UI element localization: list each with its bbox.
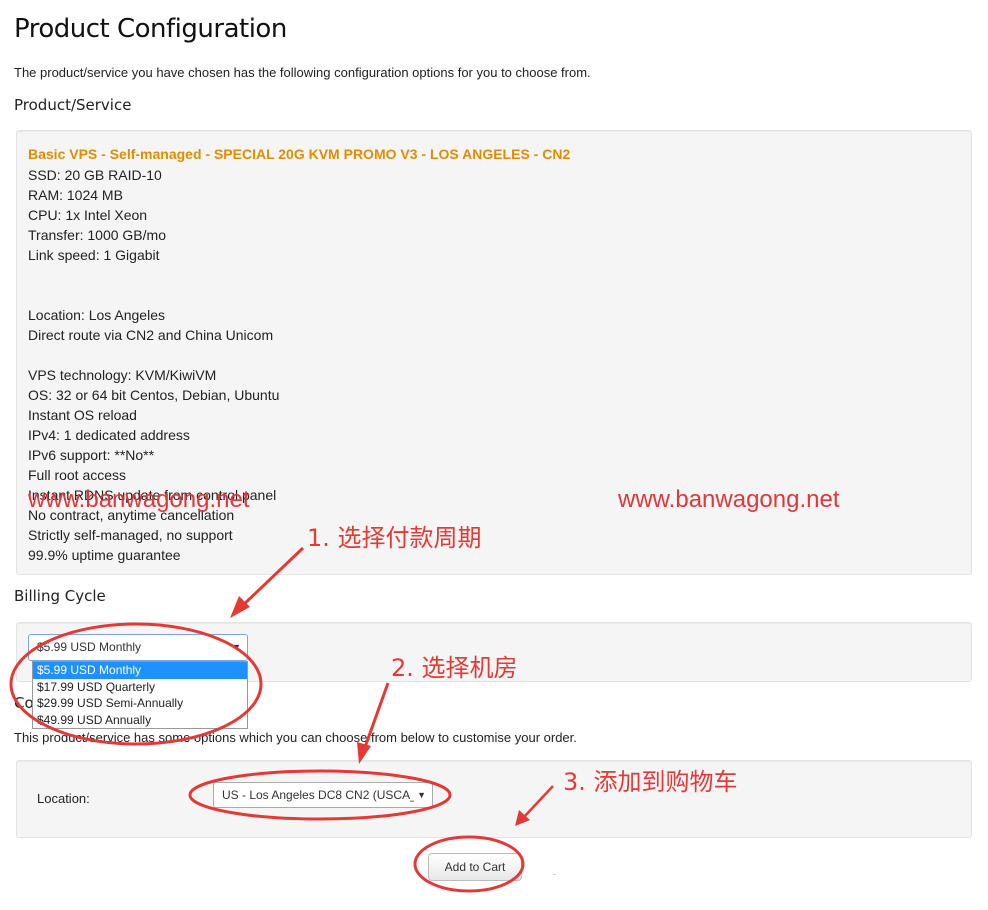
location-select[interactable]: US - Los Angeles DC8 CN2 (USCA_8) ▼: [213, 782, 433, 808]
spec-line: [28, 265, 960, 285]
chevron-down-icon: ▼: [232, 642, 241, 652]
annotation-step-3: 3. 添加到购物车: [563, 768, 738, 796]
watermark-left: www.banwagong.net: [28, 486, 250, 513]
spec-line: Transfer: 1000 GB/mo: [28, 227, 166, 243]
billing-option[interactable]: $5.99 USD Monthly: [33, 662, 247, 679]
location-panel: [16, 760, 972, 838]
product-name: Basic VPS - Self-managed - SPECIAL 20G K…: [28, 146, 571, 162]
spec-line: Direct route via CN2 and China Unicom: [28, 327, 274, 343]
spec-line: Full root access: [28, 467, 127, 483]
billing-option[interactable]: $29.99 USD Semi-Annually: [33, 695, 247, 712]
chevron-down-icon: ▼: [417, 790, 426, 800]
spec-line: [28, 345, 960, 365]
spec-line: Instant OS reload: [28, 407, 137, 423]
spec-line: 99.9% uptime guarantee: [28, 547, 181, 563]
location-selected-value: US - Los Angeles DC8 CN2 (USCA_8): [222, 788, 414, 802]
arrowhead-1: [230, 596, 250, 618]
product-service-heading: Product/Service: [14, 96, 132, 114]
spec-line: IPv6 support: **No**: [28, 447, 155, 463]
config-intro: This product/service has some options wh…: [14, 730, 577, 745]
spec-line: CPU: 1x Intel Xeon: [28, 207, 148, 223]
billing-option[interactable]: $17.99 USD Quarterly: [33, 679, 247, 696]
page-intro: The product/service you have chosen has …: [14, 65, 591, 80]
divider-dot: [553, 874, 556, 875]
billing-option[interactable]: $49.99 USD Annually: [33, 712, 247, 729]
spec-line: Link speed: 1 Gigabit: [28, 247, 160, 263]
spec-line: OS: 32 or 64 bit Centos, Debian, Ubuntu: [28, 387, 280, 403]
spec-line: VPS technology: KVM/KiwiVM: [28, 367, 217, 383]
billing-cycle-dropdown-list[interactable]: $5.99 USD Monthly $17.99 USD Quarterly $29…: [32, 661, 248, 729]
spec-line: IPv4: 1 dedicated address: [28, 427, 190, 443]
watermark-right: www.banwagong.net: [618, 486, 840, 513]
page-title: Product Configuration: [14, 14, 287, 44]
spec-line: [28, 285, 960, 305]
spec-line: SSD: 20 GB RAID-10: [28, 167, 162, 183]
spec-line: Location: Los Angeles: [28, 307, 165, 323]
location-label: Location:: [37, 791, 90, 806]
config-heading: Co: [14, 694, 34, 712]
spec-line: RAM: 1024 MB: [28, 187, 123, 203]
annotation-step-1: 1. 选择付款周期: [307, 524, 482, 552]
add-to-cart-button[interactable]: Add to Cart: [428, 853, 522, 881]
billing-cycle-heading: Billing Cycle: [14, 587, 106, 605]
spec-line: Strictly self-managed, no support: [28, 527, 233, 543]
billing-cycle-selected-value: $5.99 USD Monthly: [37, 640, 142, 654]
billing-cycle-select[interactable]: $5.99 USD Monthly ▼: [28, 634, 248, 661]
annotation-step-2: 2. 选择机房: [391, 654, 518, 682]
